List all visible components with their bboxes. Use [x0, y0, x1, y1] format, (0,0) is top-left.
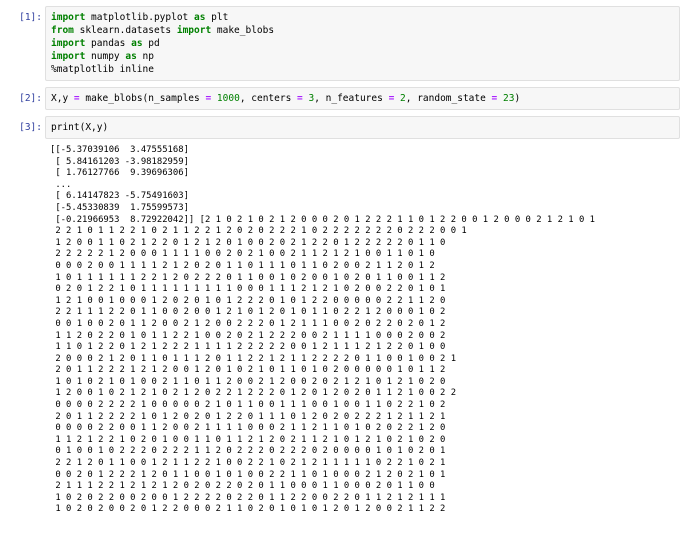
code-line: %matplotlib inline — [51, 63, 674, 76]
output-line: 0 1 0 0 1 0 2 2 2 0 2 2 2 1 1 2 0 2 2 2 … — [50, 446, 446, 457]
code-token: ) — [514, 93, 521, 104]
output-line: 2 2 1 1 1 2 2 0 1 1 0 0 2 0 0 1 2 1 0 1 … — [50, 307, 446, 318]
code-token: %matplotlib inline — [51, 64, 154, 75]
code-token: 2 — [394, 93, 406, 104]
output-line: 0 2 0 1 2 2 1 0 1 1 1 1 1 1 1 1 1 0 0 0 … — [50, 284, 446, 295]
code-token: from — [51, 25, 74, 36]
code-token: import — [51, 51, 86, 62]
code-token: , centers — [239, 93, 298, 104]
output-line: 1 1 2 0 2 2 0 1 0 1 1 2 2 1 0 0 2 0 2 1 … — [50, 330, 446, 341]
code-token: , random_state — [405, 93, 492, 104]
code-token: print(X,y) — [51, 122, 109, 133]
output-line: 2 0 0 0 2 1 2 0 1 1 0 1 1 1 2 0 1 1 2 2 … — [50, 353, 457, 364]
output-line: [-5.45330839 1.75599573] — [50, 202, 189, 213]
output-line: 0 0 1 0 0 2 0 1 1 2 0 0 2 1 2 0 0 2 2 2 … — [50, 318, 446, 329]
code-input[interactable]: X,y = make_blobs(n_samples = 1000, cente… — [45, 87, 680, 110]
code-token: as — [125, 51, 137, 62]
output-line: 2 2 2 2 2 1 2 0 0 0 1 1 1 1 0 0 2 0 2 1 … — [50, 249, 435, 260]
output-line: [[-5.37039106 3.47555168] — [50, 145, 189, 155]
code-token: make_blobs(n_samples — [79, 93, 206, 104]
output-line: 1 2 0 0 1 0 2 1 2 1 0 2 1 2 0 2 2 1 2 2 … — [50, 388, 457, 399]
output-line: 1 2 0 0 1 1 0 2 1 2 2 0 1 2 1 2 0 1 0 0 … — [50, 237, 446, 248]
output-line: 2 2 1 2 0 1 1 0 0 1 2 1 1 2 2 1 0 0 2 2 … — [50, 458, 446, 469]
output-line: 2 0 1 1 2 2 2 1 2 1 2 0 0 1 2 0 1 0 2 1 … — [50, 365, 446, 376]
output-line: ... — [50, 179, 72, 190]
output-line: 1 0 2 0 2 0 0 2 0 1 2 2 0 0 0 2 1 1 0 2 … — [50, 504, 446, 515]
cell-prompt: [1]: — [19, 12, 42, 23]
code-token: make_blobs — [211, 25, 275, 36]
cell-prompt: [3]: — [19, 122, 42, 133]
code-token: pandas — [85, 38, 132, 49]
code-token: X,y — [51, 93, 74, 104]
output-line: 0 0 0 2 0 0 1 1 1 1 2 1 2 0 2 0 1 1 0 1 … — [50, 260, 435, 271]
code-line: from sklearn.datasets import make_blobs — [51, 24, 674, 37]
output-line: [ 5.84161203 -3.98182959] — [50, 156, 189, 167]
output-line: 2 2 1 0 1 1 2 2 1 0 2 1 1 2 2 1 2 0 2 0 … — [50, 226, 467, 237]
code-token: sklearn.datasets — [73, 25, 177, 36]
code-line: import matplotlib.pyplot as plt — [51, 11, 674, 24]
code-line: X,y = make_blobs(n_samples = 1000, cente… — [51, 92, 674, 105]
output-line: 2 0 1 1 2 2 2 2 1 0 1 2 0 2 0 1 2 2 0 1 … — [50, 411, 446, 422]
code-token: import — [51, 38, 86, 49]
code-token: plt — [205, 12, 229, 23]
output-line: [ 6.14147823 -5.75491603] — [50, 191, 189, 202]
code-token: , n_features — [314, 93, 389, 104]
output-line: 0 0 0 0 2 2 0 0 1 1 2 0 0 2 1 1 1 1 0 0 … — [50, 423, 446, 434]
code-token: numpy — [85, 51, 126, 62]
output-line: 1 0 1 1 1 1 1 1 2 2 1 2 0 2 2 2 0 1 1 0 … — [50, 272, 446, 283]
output-line: [ 1.76127766 9.39696306] — [50, 168, 189, 179]
code-token: np — [136, 51, 154, 62]
cell-output: [[-5.37039106 3.47555168] [ 5.84161203 -… — [45, 145, 680, 516]
output-line: 1 0 2 0 2 2 0 0 2 0 0 1 2 2 2 2 0 2 2 0 … — [50, 492, 446, 503]
cell-prompt: [2]: — [19, 93, 42, 104]
code-line: print(X,y) — [51, 121, 674, 134]
code-token: as — [194, 12, 206, 23]
code-token: as — [131, 38, 143, 49]
code-token: import — [176, 25, 212, 36]
code-token: 3 — [302, 93, 315, 104]
code-line: import pandas as pd — [51, 37, 674, 50]
output-line: 0 0 0 0 2 2 2 2 1 0 0 0 0 0 2 1 0 1 1 0 … — [50, 400, 446, 411]
output-line: 1 2 1 0 0 1 0 0 0 1 2 0 2 0 1 0 1 2 2 2 … — [50, 295, 446, 306]
code-token: 23 — [497, 93, 515, 104]
code-input[interactable]: print(X,y) — [45, 116, 680, 139]
code-input[interactable]: import matplotlib.pyplot as plt from skle… — [45, 6, 680, 81]
code-token: matplotlib.pyplot — [85, 12, 194, 23]
output-line: 1 1 0 1 2 2 0 1 2 1 2 2 2 1 1 1 1 2 2 2 … — [50, 342, 446, 353]
output-line: [-0.21966953 8.72922042]] [2 1 0 2 1 0 2… — [50, 214, 596, 225]
code-token: import — [51, 12, 86, 23]
output-line: 2 1 1 1 2 2 1 2 1 2 1 2 0 2 0 2 2 0 2 0 … — [50, 481, 435, 492]
output-line: 0 0 2 0 1 2 2 2 1 2 0 1 1 0 0 1 0 1 0 0 … — [50, 469, 446, 480]
code-token: 1000 — [211, 93, 240, 104]
output-line: 1 0 1 0 2 1 0 1 0 0 2 1 1 0 1 1 2 0 0 2 … — [50, 376, 446, 387]
code-token: pd — [142, 38, 160, 49]
code-line: import numpy as np — [51, 50, 674, 63]
output-line: 1 1 2 1 2 2 1 0 2 0 1 0 0 1 1 0 1 1 2 1 … — [50, 434, 446, 445]
